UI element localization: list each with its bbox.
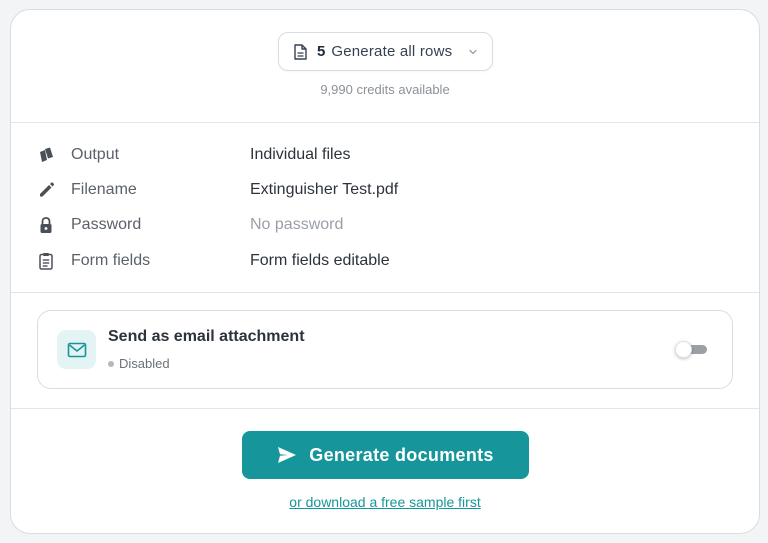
setting-key: Form fields <box>71 252 151 269</box>
generate-documents-button[interactable]: Generate documents <box>242 431 529 479</box>
output-icon <box>37 146 55 164</box>
setting-value: Individual files <box>250 146 351 163</box>
download-sample-link[interactable]: or download a free sample first <box>11 494 759 510</box>
email-attachment-card: Send as email attachment Disabled <box>37 310 733 389</box>
document-icon <box>293 43 307 60</box>
setting-key: Filename <box>71 181 137 198</box>
setting-value: Form fields editable <box>250 252 390 269</box>
generate-panel: 5 Generate all rows 9,990 credits availa… <box>10 9 760 534</box>
email-status-text: Disabled <box>119 356 170 371</box>
credits-available: 9,990 credits available <box>320 82 450 97</box>
generate-label: Generate documents <box>309 444 494 465</box>
setting-value: Extinguisher Test.pdf <box>250 181 399 198</box>
setting-value: No password <box>250 216 344 233</box>
email-icon-badge <box>57 330 96 369</box>
email-section: Send as email attachment Disabled <box>11 293 759 409</box>
mail-icon <box>67 342 87 358</box>
setting-row-password[interactable]: Password No password <box>37 213 739 237</box>
settings-list: Output Individual files Filename Extingu… <box>11 123 759 293</box>
rows-section: 5 Generate all rows 9,990 credits availa… <box>11 10 759 123</box>
email-status: Disabled <box>108 356 170 371</box>
setting-key: Password <box>71 216 142 233</box>
email-toggle[interactable] <box>675 341 707 358</box>
send-icon <box>277 446 297 464</box>
action-section: Generate documents or download a free sa… <box>11 409 759 533</box>
rows-count: 5 <box>317 43 326 60</box>
pencil-icon <box>37 181 55 199</box>
email-title: Send as email attachment <box>108 328 305 345</box>
lock-icon <box>37 216 55 234</box>
setting-key: Output <box>71 146 120 163</box>
rows-label: Generate all rows <box>331 43 453 60</box>
setting-row-output[interactable]: Output Individual files <box>37 143 739 167</box>
chevron-down-icon <box>468 47 478 57</box>
status-dot <box>108 360 114 367</box>
rows-dropdown[interactable]: 5 Generate all rows <box>278 32 493 71</box>
toggle-knob <box>675 341 692 358</box>
clipboard-icon <box>37 252 55 270</box>
setting-row-filename[interactable]: Filename Extinguisher Test.pdf <box>37 178 739 202</box>
setting-row-form-fields[interactable]: Form fields Form fields editable <box>37 249 739 273</box>
